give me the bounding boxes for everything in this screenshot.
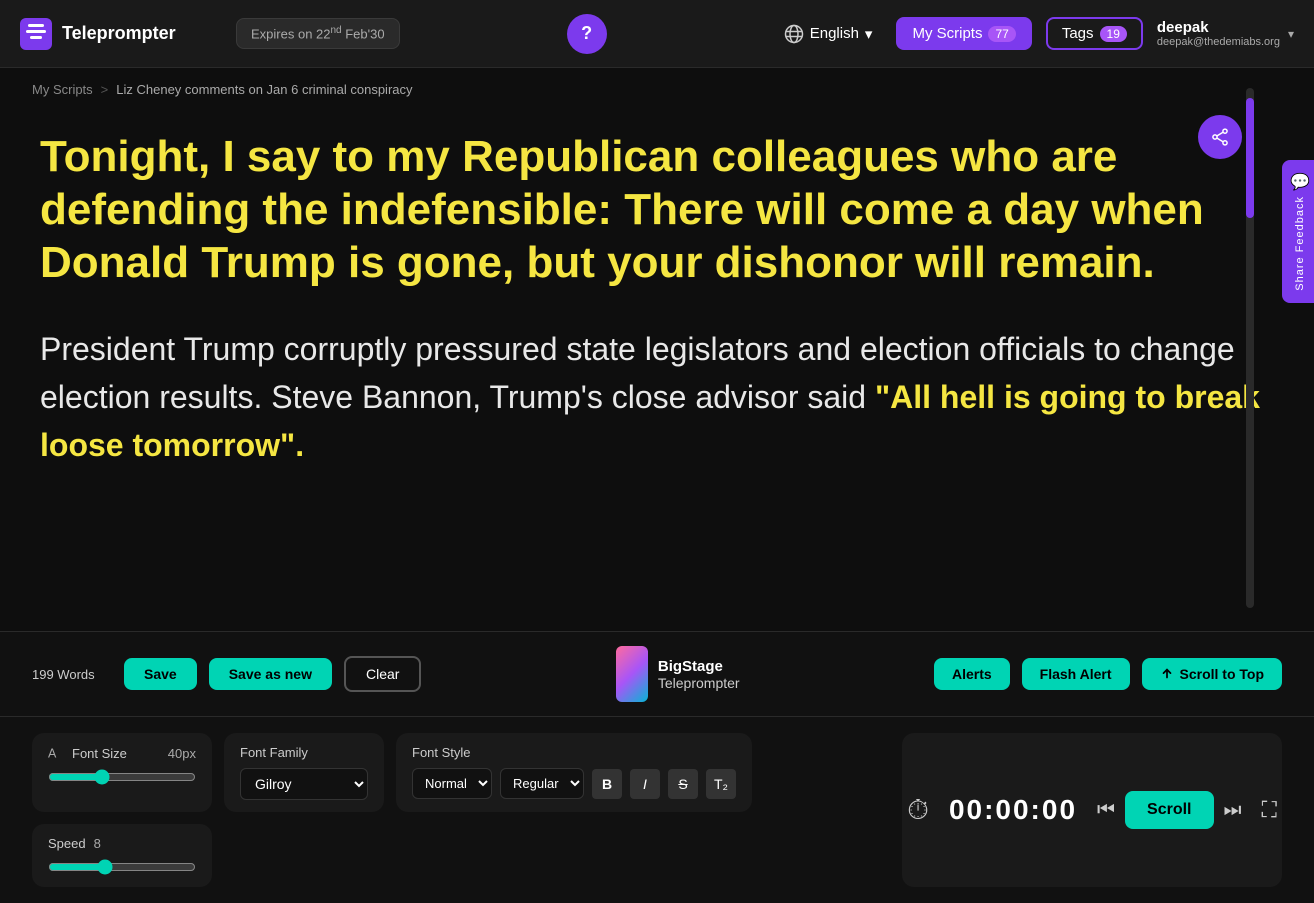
breadcrumb-separator: > (101, 82, 109, 97)
breadcrumb-current: Liz Cheney comments on Jan 6 criminal co… (116, 82, 412, 97)
strikethrough-button[interactable]: S (668, 769, 698, 799)
share-button[interactable] (1198, 115, 1242, 159)
save-button[interactable]: Save (124, 658, 197, 690)
timer-icon: ⏱ (907, 794, 929, 827)
user-chevron: ▾ (1288, 27, 1294, 41)
clear-button[interactable]: Clear (344, 656, 421, 692)
scroll-button[interactable]: Scroll (1125, 791, 1213, 829)
share-icon (1210, 127, 1230, 147)
italic-button[interactable]: I (630, 769, 660, 799)
bottom-toolbar: 199 Words Save Save as new Clear BigStag… (0, 631, 1314, 716)
logo-text: Teleprompter (62, 23, 176, 44)
speed-slider[interactable] (48, 859, 196, 875)
highlighted-paragraph: Tonight, I say to my Republican colleagu… (40, 131, 1274, 289)
globe-icon (784, 24, 804, 44)
user-menu[interactable]: deepak deepak@thedemiabs.org ▾ (1157, 19, 1294, 48)
breadcrumb-parent[interactable]: My Scripts (32, 82, 93, 97)
font-family-select[interactable]: Gilroy Arial Georgia (240, 768, 368, 800)
speed-control: Speed 8 (32, 824, 212, 887)
language-chevron: ▾ (865, 25, 873, 43)
header: Teleprompter Expires on 22nd Feb'30 ? En… (0, 0, 1314, 68)
tags-badge: 19 (1100, 26, 1127, 42)
bigstage-logo: BigStage Teleprompter (616, 646, 740, 702)
font-size-icon: A (48, 745, 64, 761)
script-area: Tonight, I say to my Republican colleagu… (0, 111, 1314, 631)
font-size-slider[interactable] (48, 769, 196, 785)
expires-badge: Expires on 22nd Feb'30 (236, 18, 400, 48)
my-scripts-badge: 77 (988, 26, 1015, 42)
word-count: 199 Words (32, 667, 112, 682)
arrow-up-icon (1160, 667, 1174, 681)
feedback-icon: 💬 (1290, 172, 1310, 192)
font-style-select1[interactable]: Normal Bold Italic (412, 768, 492, 799)
settings-panel: A Font Size 40px Font Family Gilroy Aria… (0, 716, 1314, 903)
font-style-select2[interactable]: Regular (500, 768, 584, 799)
breadcrumb: My Scripts > Liz Cheney comments on Jan … (0, 68, 1314, 111)
user-name: deepak (1157, 19, 1280, 36)
fullscreen-button[interactable]: ⛶ (1262, 797, 1277, 823)
logo-area: Teleprompter (20, 18, 220, 50)
scroll-to-top-button[interactable]: Scroll to Top (1142, 658, 1283, 690)
font-style-control: Font Style Normal Bold Italic Regular B … (396, 733, 752, 812)
subscript-button[interactable]: T₂ (706, 769, 736, 799)
language-selector[interactable]: English ▾ (774, 18, 883, 50)
my-scripts-button[interactable]: My Scripts 77 (896, 17, 1031, 50)
timer-controls: ⏮ Scroll ⏭ (1097, 791, 1241, 829)
feedback-label: Share Feedback (1294, 196, 1306, 291)
help-button[interactable]: ? (567, 14, 607, 54)
alerts-button[interactable]: Alerts (934, 658, 1010, 690)
user-email: deepak@thedemiabs.org (1157, 36, 1280, 48)
speed-value: 8 (94, 836, 101, 851)
body-text: President Trump corruptly pressured stat… (40, 325, 1274, 469)
save-as-new-button[interactable]: Save as new (209, 658, 332, 690)
scroll-thumb[interactable] (1246, 98, 1254, 218)
language-label: English (810, 25, 859, 42)
timer-prev-button[interactable]: ⏮ (1097, 799, 1115, 822)
svg-text:A: A (48, 746, 57, 760)
tags-button[interactable]: Tags 19 (1046, 17, 1143, 50)
timer-display: 00:00:00 (949, 794, 1077, 826)
timer-next-button[interactable]: ⏭ (1224, 799, 1242, 822)
font-size-value: 40px (168, 746, 196, 761)
font-size-control: A Font Size 40px (32, 733, 212, 812)
flash-alert-button[interactable]: Flash Alert (1022, 658, 1130, 690)
feedback-sidebar[interactable]: 💬 Share Feedback (1282, 160, 1314, 303)
bold-button[interactable]: B (592, 769, 622, 799)
scroll-track (1246, 88, 1254, 608)
font-family-control: Font Family Gilroy Arial Georgia (224, 733, 384, 812)
timer-panel: ⏱ 00:00:00 ⏮ Scroll ⏭ ⛶ (902, 733, 1282, 887)
bigstage-phone-icon (616, 646, 648, 702)
logo-icon (20, 18, 52, 50)
